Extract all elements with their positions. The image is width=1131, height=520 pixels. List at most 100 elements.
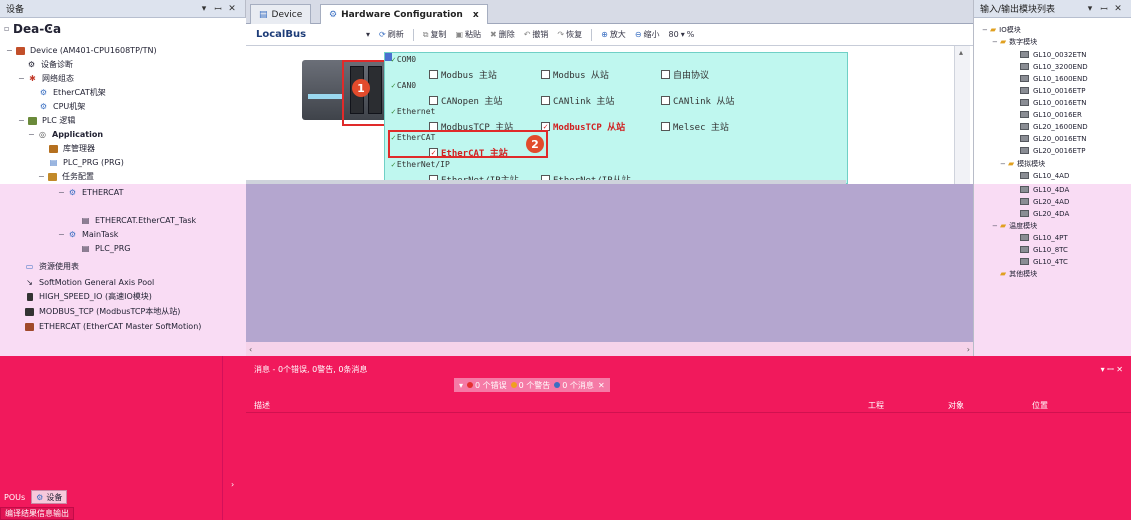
io-module-item[interactable]: GL10_0032ETN xyxy=(1020,49,1086,60)
io-module-item[interactable]: GL10_3200END xyxy=(1020,61,1088,72)
collapse-icon[interactable]: − xyxy=(58,188,67,197)
collapse-icon[interactable]: − xyxy=(992,38,1000,46)
io-module-item[interactable]: GL10_4TC xyxy=(1020,256,1068,267)
zoom-value[interactable]: 80 xyxy=(669,30,679,39)
io-module-item[interactable]: GL20_0016ETP xyxy=(1020,145,1085,156)
tab-hardware-configuration[interactable]: ⚙ Hardware Configuration x xyxy=(320,4,488,25)
io-folder-digital[interactable]: − ▰ 数字模块 xyxy=(992,36,1037,47)
io-module-item[interactable]: GL10_8TC xyxy=(1020,244,1068,255)
io-module-item[interactable]: GL10_1600END xyxy=(1020,73,1088,84)
tab-devices[interactable]: ⚙ 设备 xyxy=(31,490,68,504)
option-modbustcp-slave[interactable]: ✓ ModbusTCP 从站 xyxy=(541,120,625,133)
zoom-out-button[interactable]: ⊖ 缩小 xyxy=(635,29,660,40)
collapse-icon[interactable]: − xyxy=(18,74,27,83)
collapse-icon[interactable]: − xyxy=(58,230,67,239)
undo-button[interactable]: ↶ 撤销 xyxy=(524,29,549,40)
collapse-icon[interactable]: − xyxy=(992,222,1000,230)
collapse-icon[interactable]: − xyxy=(28,130,37,139)
checkbox[interactable] xyxy=(429,96,438,105)
messages-panel-controls[interactable]: ▾ ꟷ ✕ xyxy=(1101,364,1123,375)
refresh-button[interactable]: ⟳ 刷新 xyxy=(379,29,404,40)
dock-icon[interactable]: ꟷ xyxy=(211,2,225,15)
tree-item-axis-pool[interactable]: ↘ SoftMotion General Axis Pool xyxy=(24,276,154,289)
tree-root[interactable]: ▫ Dea-Ͼa xyxy=(4,22,61,36)
tree-item-device[interactable]: − Device (AM401-CPU1608TP/TN) xyxy=(6,44,157,57)
tree-item-network-config[interactable]: − ✱ 网络组态 xyxy=(18,72,74,85)
scroll-left-icon[interactable]: ‹ xyxy=(249,345,252,354)
column-description[interactable]: 描述 xyxy=(254,400,270,411)
collapse-icon[interactable]: − xyxy=(6,46,15,55)
close-tab-icon[interactable]: x xyxy=(473,10,479,20)
tree-item-diagnostics[interactable]: ⚙ 设备诊断 xyxy=(26,58,73,71)
dock-icon[interactable]: ꟷ xyxy=(1097,2,1111,15)
device-tree-scrollbar[interactable]: › xyxy=(222,356,246,520)
tree-item-high-speed-io[interactable]: HIGH_SPEED_IO (高速IO模块) xyxy=(24,290,152,303)
zoom-dropdown[interactable]: ▾% xyxy=(681,30,695,39)
io-module-item[interactable]: GL10_0016ETN xyxy=(1020,97,1086,108)
checkbox[interactable] xyxy=(661,70,670,79)
io-module-item[interactable]: GL20_4AD xyxy=(1020,196,1069,207)
collapse-icon[interactable]: ▫ xyxy=(4,24,13,33)
option-free-protocol[interactable]: 自由协议 xyxy=(661,68,709,81)
io-module-item[interactable]: GL10_4DA xyxy=(1020,184,1069,195)
tree-item-ethercat-call[interactable]: ▤ ETHERCAT.EtherCAT_Task xyxy=(80,214,196,227)
collapse-icon[interactable]: − xyxy=(982,26,990,34)
tree-item-maintask-call[interactable]: ▤ PLC_PRG xyxy=(80,242,131,255)
tab-device[interactable]: ▤ Device xyxy=(250,4,312,24)
pin-icon[interactable]: ▾ xyxy=(197,4,211,14)
collapse-icon[interactable]: − xyxy=(38,172,47,181)
collapse-icon[interactable]: − xyxy=(18,116,27,125)
io-module-item[interactable]: GL10_4AD xyxy=(1020,170,1069,181)
checkbox[interactable] xyxy=(661,96,670,105)
tree-item-modbus-tcp[interactable]: MODBUS_TCP (ModbusTCP本地从站) xyxy=(24,305,180,318)
tree-item-ethercat-master[interactable]: ETHERCAT (EtherCAT Master SoftMotion) xyxy=(24,320,201,333)
scroll-right-icon[interactable]: › xyxy=(967,345,970,354)
column-position[interactable]: 位置 xyxy=(1032,400,1048,411)
checkbox[interactable] xyxy=(429,70,438,79)
close-icon[interactable]: ✕ xyxy=(1111,4,1125,14)
option-melsec-master[interactable]: Melsec 主站 xyxy=(661,120,729,133)
tree-item-plc-logic[interactable]: − PLC 逻辑 xyxy=(18,114,75,127)
io-module-item[interactable]: GL20_0016ETN xyxy=(1020,133,1086,144)
tree-item-cpu-rack[interactable]: ⚙ CPU机架 xyxy=(38,100,85,113)
redo-button[interactable]: ↷ 恢复 xyxy=(557,29,582,40)
option-modbus-master[interactable]: Modbus 主站 xyxy=(429,68,497,81)
io-module-item[interactable]: GL10_0016ETP xyxy=(1020,85,1085,96)
clear-messages-button[interactable]: ✕ xyxy=(598,381,605,390)
pin-icon[interactable]: ▾ xyxy=(1083,4,1097,14)
column-object[interactable]: 对象 xyxy=(948,400,964,411)
close-icon[interactable]: ✕ xyxy=(225,4,239,14)
tree-item-plc-prg[interactable]: ▤ PLC_PRG (PRG) xyxy=(48,156,124,169)
tree-item-ethercat-rack[interactable]: ⚙ EtherCAT机架 xyxy=(38,86,106,99)
io-folder-temperature[interactable]: − ▰ 温度模块 xyxy=(992,220,1037,231)
zoom-in-button[interactable]: ⊕ 放大 xyxy=(601,29,626,40)
scroll-up-icon[interactable]: ▴ xyxy=(959,48,963,57)
error-filter-button[interactable]: 0 个错误 xyxy=(467,380,507,391)
scroll-right-icon[interactable]: › xyxy=(231,480,234,489)
tree-item-application[interactable]: − ◎ Application xyxy=(28,128,103,141)
delete-button[interactable]: ✖ 删除 xyxy=(490,29,515,40)
io-module-item[interactable]: GL10_0016ER xyxy=(1020,109,1082,120)
option-canlink-slave[interactable]: CANlink 从站 xyxy=(661,94,734,107)
io-folder-analog[interactable]: − ▰ 模拟模块 xyxy=(1000,158,1045,169)
option-modbus-slave[interactable]: Modbus 从站 xyxy=(541,68,609,81)
copy-button[interactable]: ⧉ 复制 xyxy=(423,29,447,40)
canvas-vertical-scrollbar[interactable]: ▴ xyxy=(954,46,970,184)
tree-item-task-config[interactable]: − 任务配置 xyxy=(38,170,94,183)
chevron-down-icon[interactable]: ▾ xyxy=(459,381,463,390)
checkbox[interactable] xyxy=(541,96,550,105)
tree-item-ethercat-task[interactable]: − ⚙ ETHERCAT xyxy=(58,186,124,199)
collapse-icon[interactable]: − xyxy=(1000,160,1008,168)
io-folder-other[interactable]: ▰ 其他模块 xyxy=(1000,268,1037,279)
option-canopen-master[interactable]: CANopen 主站 xyxy=(429,94,502,107)
paste-button[interactable]: ▣ 粘贴 xyxy=(455,29,481,40)
io-module-item[interactable]: GL20_1600END xyxy=(1020,121,1088,132)
column-project[interactable]: 工程 xyxy=(868,400,884,411)
io-module-item[interactable]: GL20_4DA xyxy=(1020,208,1069,219)
tree-item-resource-table[interactable]: ▭ 资源使用表 xyxy=(24,260,79,273)
tree-item-library-manager[interactable]: 库管理器 xyxy=(48,142,95,155)
io-module-item[interactable]: GL10_4PT xyxy=(1020,232,1068,243)
message-filter-button[interactable]: 0 个消息 xyxy=(554,380,594,391)
checkbox[interactable] xyxy=(661,122,670,131)
checkbox[interactable] xyxy=(541,70,550,79)
